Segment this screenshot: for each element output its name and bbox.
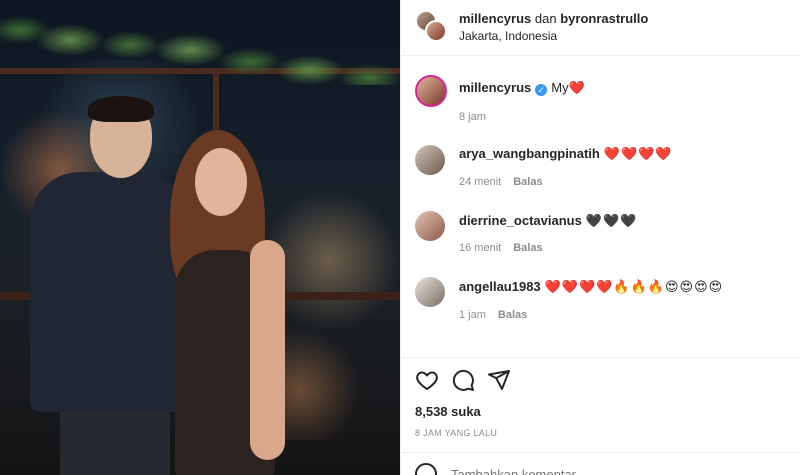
verified-icon: ✓ [535,84,548,96]
post-details-panel: millencyrus dan byronrastrullo Jakarta, … [400,0,800,475]
man-figure [30,96,190,475]
post-owners: millencyrus dan byronrastrullo [459,11,648,26]
avatar[interactable] [415,277,445,307]
woman-figure [170,130,300,475]
caption: millencyrus ✓ My❤️ 8 jam [401,71,800,137]
comment-username[interactable]: angellau1983 [459,279,541,294]
comment-time[interactable]: 16 menit [459,242,501,254]
share-icon[interactable] [487,368,511,392]
post-timestamp[interactable]: 8 JAM YANG LALU [415,428,497,438]
comment-time[interactable]: 1 jam [459,309,486,321]
reply-button[interactable]: Balas [498,309,527,321]
comment-icon[interactable] [451,368,475,392]
reply-button[interactable]: Balas [513,176,542,188]
owner-username[interactable]: byronrastrullo [560,11,648,26]
comment-item: arya_wangbangpinatih ❤️❤️❤️❤️ 24 menit Bal… [401,139,800,205]
reply-button[interactable]: Balas [513,242,542,254]
comment-meta: 16 menit Balas [459,242,543,254]
comment-text: 🖤🖤🖤 [585,213,638,228]
caption-username[interactable]: millencyrus [459,80,531,95]
comment-time[interactable]: 24 menit [459,176,501,188]
avatar [425,20,447,42]
comment-item: dierrine_octavianus 🖤🖤🖤 16 menit Balas [401,205,800,271]
comment-item: angellau1983 ❤️❤️❤️❤️🔥🔥🔥😍😍😍😍 1 jam Balas [401,271,800,337]
post-location[interactable]: Jakarta, Indonesia [459,29,557,43]
avatar[interactable] [415,75,447,107]
avatar[interactable] [415,145,445,175]
avatar[interactable] [415,211,445,241]
caption-text: My [551,80,569,95]
emoji-icon[interactable] [415,463,437,475]
comment-input[interactable] [451,467,751,475]
heart-emoji: ❤️ [568,80,585,95]
comment-username[interactable]: dierrine_octavianus [459,213,582,228]
comment-text: ❤️❤️❤️❤️🔥🔥🔥😍😍😍😍 [544,279,724,294]
comment-time[interactable]: 8 jam [459,111,486,123]
comment-meta: 24 menit Balas [459,176,543,188]
owner-username[interactable]: millencyrus [459,11,531,26]
add-comment-bar [401,452,800,475]
comment-username[interactable]: arya_wangbangpinatih [459,146,600,161]
comments-list[interactable]: millencyrus ✓ My❤️ 8 jam arya_wangbangpina… [401,57,800,350]
post-header: millencyrus dan byronrastrullo Jakarta, … [401,0,800,56]
action-bar [401,357,800,397]
collab-avatars[interactable] [415,10,447,42]
post-photo[interactable] [0,0,400,475]
owners-joiner: dan [534,11,557,26]
like-count[interactable]: 8,538 suka [415,404,481,419]
comment-meta: 8 jam [459,111,486,123]
comment-text: ❤️❤️❤️❤️ [603,146,673,161]
heart-icon[interactable] [415,368,439,392]
leaf-garland [0,0,400,85]
comment-meta: 1 jam Balas [459,309,527,321]
